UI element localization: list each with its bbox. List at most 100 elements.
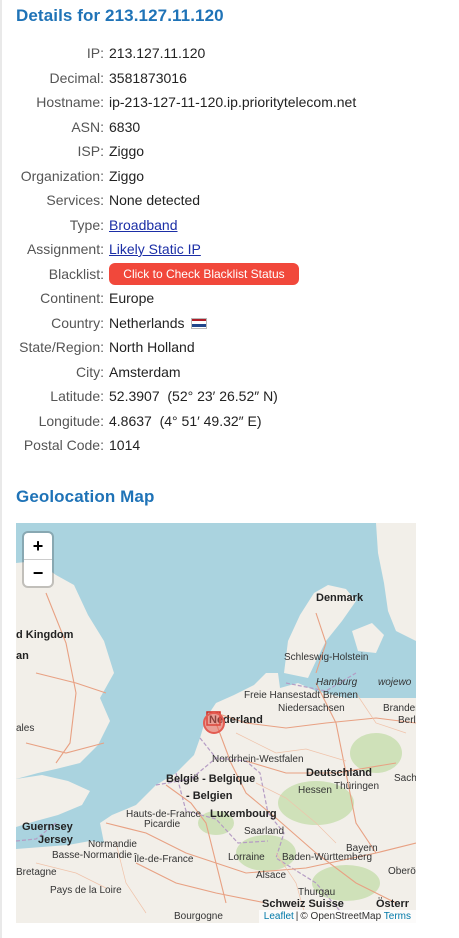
leaflet-link[interactable]: Leaflet bbox=[264, 911, 294, 922]
type-value: Broadband bbox=[109, 213, 178, 238]
continent-label: Continent: bbox=[40, 290, 104, 306]
assignment-label: Assignment: bbox=[26, 241, 104, 257]
terms-link[interactable]: Terms bbox=[384, 911, 411, 922]
detail-row-asn: ASN: 6830 bbox=[0, 115, 459, 140]
detail-row-blacklist: Blacklist: Click to Check Blacklist Stat… bbox=[0, 262, 459, 287]
city-label: City: bbox=[76, 363, 104, 380]
country-label: Country: bbox=[51, 314, 104, 331]
label-thurgau: Thurgau bbox=[298, 887, 335, 898]
label-hessen: Hessen bbox=[298, 785, 332, 796]
zoom-control: + − bbox=[24, 533, 52, 586]
label-guernsey: Guernsey bbox=[22, 821, 74, 833]
check-blacklist-button[interactable]: Click to Check Blacklist Status bbox=[109, 262, 299, 285]
country-value: Netherlands bbox=[109, 314, 185, 331]
label-wojewod: wojewo bbox=[378, 677, 412, 688]
detail-row-country: Country: Netherlands bbox=[0, 311, 459, 336]
type-label: Type: bbox=[69, 216, 104, 233]
latitude-value: 52.3907 (52° 23′ 26.52″ N) bbox=[109, 388, 278, 404]
label-osterr: Österr bbox=[376, 897, 410, 910]
label-deutschland: Deutschland bbox=[306, 767, 372, 779]
label-branden: Branden bbox=[383, 703, 416, 714]
details-table: IP: 213.127.11.120 Decimal: 3581873016 H… bbox=[0, 41, 459, 458]
label-thuringen: Thüringen bbox=[334, 781, 379, 792]
assignment-link[interactable]: Likely Static IP bbox=[109, 241, 201, 257]
map-tiles[interactable]: Denmark d Kingdom an Schleswig-Holstein … bbox=[16, 523, 416, 923]
label-bretagne: Bretagne bbox=[16, 867, 57, 878]
hostname-value: ip-213-127-11-120.ip.prioritytelecom.net bbox=[109, 94, 357, 110]
netherlands-flag-icon bbox=[190, 317, 207, 329]
label-picardie: Picardie bbox=[144, 819, 181, 830]
detail-row-decimal: Decimal: 3581873016 bbox=[0, 66, 459, 91]
label-belgien: - Belgien bbox=[186, 790, 233, 802]
continent-value: Europe bbox=[109, 290, 155, 306]
services-label: Services: bbox=[46, 192, 104, 208]
label-bw: Baden-Württemberg bbox=[282, 852, 372, 863]
label-iledefrance: Île-de-France bbox=[133, 852, 194, 865]
geolocation-map[interactable]: Denmark d Kingdom an Schleswig-Holstein … bbox=[16, 523, 416, 923]
hostname-label: Hostname: bbox=[36, 94, 104, 110]
zoom-out-button[interactable]: − bbox=[24, 560, 52, 586]
detail-row-latitude: Latitude: 52.3907 (52° 23′ 26.52″ N) bbox=[0, 384, 459, 409]
label-belgie: België - Belgique bbox=[166, 773, 255, 785]
label-an: an bbox=[16, 650, 29, 662]
map-title: Geolocation Map bbox=[16, 487, 155, 506]
label-normandie: Normandie bbox=[88, 839, 137, 850]
label-lorraine: Lorraine bbox=[228, 852, 265, 863]
label-schleswig: Schleswig-Holstein bbox=[284, 652, 368, 663]
state-label: State/Region: bbox=[19, 339, 104, 355]
ip-value: 213.127.11.120 bbox=[109, 45, 206, 61]
detail-row-organization: Organization: Ziggo bbox=[0, 164, 459, 189]
label-bassenormandie: Basse-Normandie bbox=[52, 850, 132, 861]
services-value: None detected bbox=[109, 192, 201, 208]
isp-label: ISP: bbox=[77, 143, 104, 159]
map-attribution: Leaflet | © OpenStreetMap Terms bbox=[258, 910, 416, 923]
detail-row-continent: Continent: Europe bbox=[0, 286, 459, 311]
detail-row-ip: IP: 213.127.11.120 bbox=[0, 41, 459, 66]
label-jersey: Jersey bbox=[38, 834, 74, 846]
country-value-wrap: Netherlands bbox=[109, 311, 207, 336]
label-united-kingdom: d Kingdom bbox=[16, 629, 74, 641]
detail-row-type: Type: Broadband bbox=[0, 213, 459, 238]
city-value: Amsterdam bbox=[109, 363, 181, 380]
label-denmark: Denmark bbox=[316, 592, 364, 604]
label-bremen: Freie Hansestadt Bremen bbox=[244, 690, 358, 701]
ip-label: IP: bbox=[86, 45, 104, 61]
label-paysdelaloire: Pays de la Loire bbox=[50, 885, 122, 896]
detail-row-state: State/Region: North Holland bbox=[0, 335, 459, 360]
decimal-value: 3581873016 bbox=[109, 69, 187, 86]
detail-row-postal: Postal Code: 1014 bbox=[0, 433, 459, 458]
label-bourgogne: Bourgogne bbox=[174, 911, 223, 922]
longitude-value: 4.8637 (4° 51′ 49.32″ E) bbox=[109, 412, 262, 429]
detail-row-city: City: Amsterdam bbox=[0, 360, 459, 385]
asn-value: 6830 bbox=[109, 118, 141, 135]
state-value: North Holland bbox=[109, 339, 195, 355]
page-title: Details for 213.127.11.120 bbox=[16, 6, 224, 25]
label-ales: ales bbox=[16, 723, 34, 734]
detail-row-services: Services: None detected bbox=[0, 188, 459, 213]
label-obero: Oberö bbox=[388, 866, 416, 877]
decimal-label: Decimal: bbox=[49, 69, 104, 86]
latitude-label: Latitude: bbox=[50, 388, 104, 404]
label-sachs: Sachs bbox=[394, 773, 416, 784]
label-alsace: Alsace bbox=[256, 870, 286, 881]
detail-row-hostname: Hostname: ip-213-127-11-120.ip.priorityt… bbox=[0, 90, 459, 115]
postal-value: 1014 bbox=[109, 437, 141, 453]
detail-row-longitude: Longitude: 4.8637 (4° 51′ 49.32″ E) bbox=[0, 409, 459, 434]
postal-label: Postal Code: bbox=[23, 437, 104, 453]
organization-value: Ziggo bbox=[109, 167, 145, 184]
attribution-separator: | bbox=[295, 911, 299, 922]
label-saarland: Saarland bbox=[244, 826, 284, 837]
zoom-in-button[interactable]: + bbox=[24, 533, 52, 560]
type-link[interactable]: Broadband bbox=[109, 217, 178, 233]
asn-label: ASN: bbox=[71, 118, 104, 135]
assignment-value: Likely Static IP bbox=[109, 237, 201, 262]
label-berl: Berl bbox=[398, 715, 416, 726]
location-marker-icon[interactable] bbox=[203, 711, 225, 734]
blacklist-label: Blacklist: bbox=[48, 265, 104, 282]
label-schweiz: Schweiz Suisse bbox=[262, 898, 344, 910]
osm-credit: © OpenStreetMap bbox=[300, 911, 382, 922]
detail-row-isp: ISP: Ziggo bbox=[0, 139, 459, 164]
longitude-label: Longitude: bbox=[38, 412, 104, 429]
label-nrw: Nordrhein-Westfalen bbox=[212, 754, 304, 765]
label-niedersachsen: Niedersachsen bbox=[278, 703, 345, 714]
